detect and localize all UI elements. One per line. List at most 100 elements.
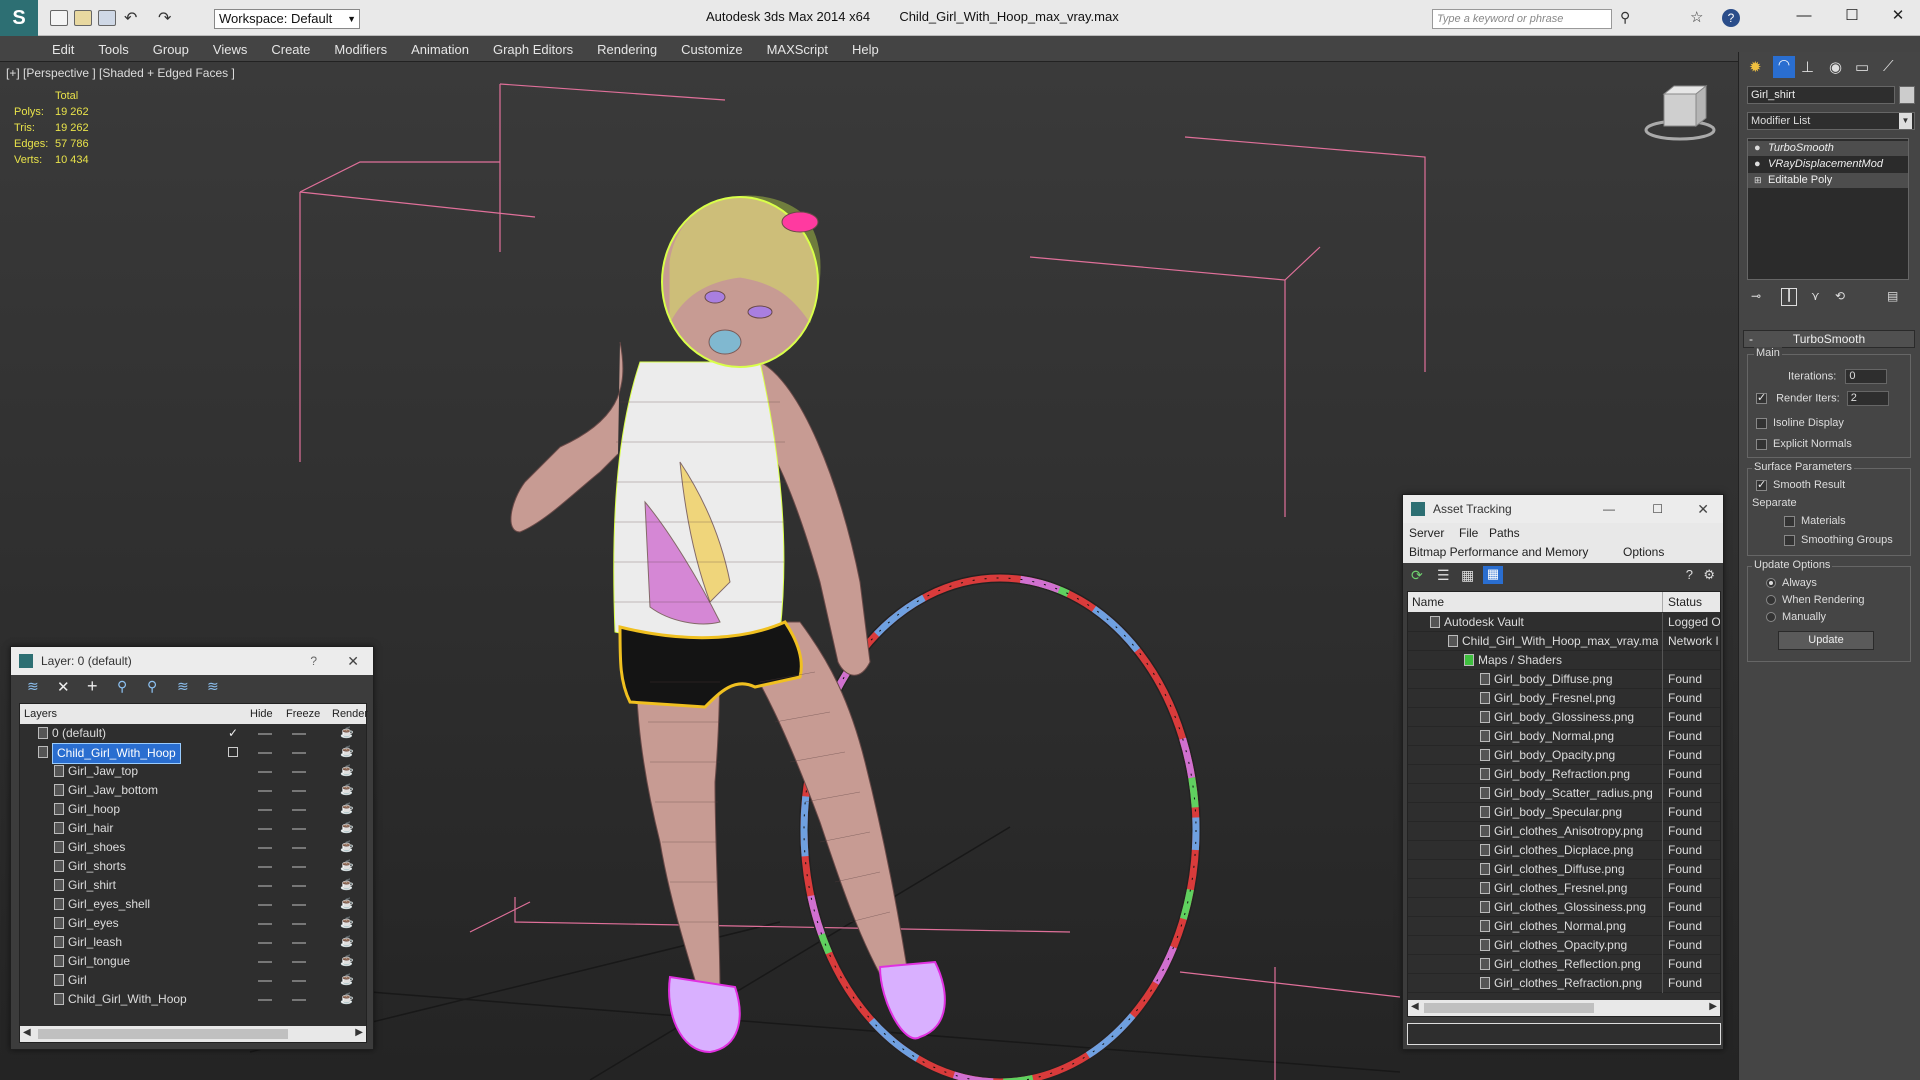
layer-row[interactable]: Girl_shoes ☕ <box>20 838 366 857</box>
close-icon[interactable]: ✕ <box>347 647 359 675</box>
perspective-viewport[interactable]: [+] [Perspective ] [Shaded + Edged Faces… <box>0 62 1738 1080</box>
asset-menu-server[interactable]: Server <box>1409 526 1444 540</box>
layer-row[interactable]: Child_Girl_With_Hoop ☕ <box>20 990 366 1009</box>
highlight-layer-icon[interactable]: ⚲ <box>147 678 157 695</box>
help-icon[interactable]: ? <box>1686 567 1693 582</box>
scroll-thumb[interactable] <box>38 1029 288 1039</box>
hide-toggle[interactable] <box>258 809 272 811</box>
when-rendering-radio[interactable] <box>1766 595 1776 606</box>
pin-stack-icon[interactable]: ⊸ <box>1751 289 1761 303</box>
always-radio[interactable] <box>1766 578 1776 589</box>
hide-toggle[interactable] <box>258 847 272 849</box>
app-logo-icon[interactable]: S <box>0 0 38 36</box>
layer-manager-window[interactable]: Layer: 0 (default) ? ✕ ≋ ✕ + ⚲ ⚲ ≋ ≋ Lay… <box>10 646 374 1050</box>
add-icon[interactable]: + <box>87 676 98 697</box>
layer-row[interactable]: Girl_shorts ☕ <box>20 857 366 876</box>
freeze-toggle[interactable] <box>292 961 306 963</box>
render-teapot-icon[interactable]: ☕ <box>340 800 354 819</box>
hide-toggle[interactable] <box>258 885 272 887</box>
maximize-icon[interactable]: ☐ <box>1652 495 1663 523</box>
layer-row[interactable]: Girl ☕ <box>20 971 366 990</box>
hide-toggle[interactable] <box>258 790 272 792</box>
minimize-icon[interactable]: — <box>1603 495 1615 523</box>
menu-animation[interactable]: Animation <box>399 36 481 62</box>
menu-rendering[interactable]: Rendering <box>585 36 669 62</box>
layer-row[interactable]: Girl_eyes_shell ☕ <box>20 895 366 914</box>
minimize-button[interactable]: — <box>1792 6 1816 26</box>
hide-all-icon[interactable]: ≋ <box>177 678 189 695</box>
asset-row[interactable]: Girl_body_Scatter_radius.png Found <box>1408 784 1720 803</box>
layer-row[interactable]: 0 (default) ✓ ☕ <box>20 724 366 743</box>
hide-toggle[interactable] <box>258 980 272 982</box>
freeze-toggle[interactable] <box>292 847 306 849</box>
set-current-layer-icon[interactable] <box>228 747 238 757</box>
asset-row[interactable]: Girl_body_Normal.png Found <box>1408 727 1720 746</box>
help-icon[interactable]: ? <box>1722 9 1740 27</box>
asset-row[interactable]: Girl_body_Opacity.png Found <box>1408 746 1720 765</box>
asset-row[interactable]: Girl_body_Specular.png Found <box>1408 803 1720 822</box>
create-tab-icon[interactable]: ✹ <box>1749 58 1762 76</box>
help-icon[interactable]: ? <box>310 647 317 675</box>
asset-menu-options[interactable]: Options <box>1623 545 1664 559</box>
render-teapot-icon[interactable]: ☕ <box>340 838 354 857</box>
menu-edit[interactable]: Edit <box>40 36 86 62</box>
motion-tab-icon[interactable]: ◉ <box>1829 58 1842 76</box>
hide-toggle[interactable] <box>258 961 272 963</box>
binoculars-icon[interactable]: ⚲ <box>1620 9 1630 26</box>
menu-maxscript[interactable]: MAXScript <box>755 36 840 62</box>
hide-toggle[interactable] <box>258 866 272 868</box>
redo-icon[interactable]: ↷ <box>158 8 171 28</box>
layer-row[interactable]: Girl_hair ☕ <box>20 819 366 838</box>
menu-help[interactable]: Help <box>840 36 891 62</box>
render-teapot-icon[interactable]: ☕ <box>340 933 354 952</box>
menu-customize[interactable]: Customize <box>669 36 754 62</box>
object-name-field[interactable]: Girl_shirt <box>1747 86 1895 104</box>
layer-row[interactable]: Child_Girl_With_Hoop ☕ <box>20 743 366 764</box>
freeze-toggle[interactable] <box>292 733 306 735</box>
configure-sets-icon[interactable]: ▤ <box>1887 289 1898 303</box>
layer-row[interactable]: Girl_Jaw_bottom ☕ <box>20 781 366 800</box>
render-teapot-icon[interactable]: ☕ <box>340 914 354 933</box>
stack-item-turbosmooth[interactable]: ● TurboSmooth <box>1748 141 1908 156</box>
render-teapot-icon[interactable]: ☕ <box>340 876 354 895</box>
asset-row[interactable]: Girl_body_Glossiness.png Found <box>1408 708 1720 727</box>
refresh-icon[interactable]: ⟳ <box>1411 567 1423 584</box>
stack-item-editable-poly[interactable]: ⊞ Editable Poly <box>1748 173 1908 188</box>
delete-icon[interactable]: ✕ <box>57 678 70 696</box>
hide-toggle[interactable] <box>258 752 272 754</box>
lightbulb-icon[interactable]: ● <box>1754 141 1761 156</box>
layer-row[interactable]: Girl_leash ☕ <box>20 933 366 952</box>
render-teapot-icon[interactable]: ☕ <box>340 952 354 971</box>
menu-graph-editors[interactable]: Graph Editors <box>481 36 585 62</box>
col-freeze[interactable]: Freeze <box>286 704 320 724</box>
layer-window-titlebar[interactable]: Layer: 0 (default) ? ✕ <box>11 647 373 675</box>
asset-row[interactable]: Girl_body_Refraction.png Found <box>1408 765 1720 784</box>
horizontal-scrollbar[interactable]: ◀ ▶ <box>1408 1000 1720 1016</box>
make-unique-icon[interactable]: ⋎ <box>1811 289 1820 303</box>
freeze-toggle[interactable] <box>292 942 306 944</box>
render-iters-spinner[interactable]: 2 <box>1846 391 1889 406</box>
hide-toggle[interactable] <box>258 733 272 735</box>
open-file-icon[interactable] <box>74 10 92 26</box>
asset-path-field[interactable] <box>1407 1023 1721 1045</box>
hide-toggle[interactable] <box>258 942 272 944</box>
menu-tools[interactable]: Tools <box>86 36 140 62</box>
hide-toggle[interactable] <box>258 999 272 1001</box>
new-file-icon[interactable] <box>50 10 68 26</box>
asset-row[interactable]: Girl_clothes_Anisotropy.png Found <box>1408 822 1720 841</box>
modifier-list-dropdown[interactable]: Modifier List ▼ <box>1747 112 1915 130</box>
freeze-toggle[interactable] <box>292 866 306 868</box>
asset-tracking-window[interactable]: Asset Tracking — ☐ ✕ Server File Paths B… <box>1402 494 1724 1050</box>
workspace-dropdown[interactable]: Workspace: Default ▼ <box>214 9 360 29</box>
settings-icon[interactable]: ⚙ <box>1703 567 1715 583</box>
iterations-spinner[interactable]: 0 <box>1845 369 1888 384</box>
menu-create[interactable]: Create <box>259 36 322 62</box>
asset-row[interactable]: Child_Girl_With_Hoop_max_vray.max Network… <box>1408 632 1720 651</box>
render-iters-checkbox[interactable] <box>1756 391 1767 404</box>
smooth-result-checkbox[interactable] <box>1756 478 1767 491</box>
hide-toggle[interactable] <box>258 771 272 773</box>
modify-tab-icon[interactable]: ◠ <box>1773 56 1795 78</box>
freeze-all-icon[interactable]: ≋ <box>207 678 219 695</box>
asset-row[interactable]: Girl_body_Fresnel.png Found <box>1408 689 1720 708</box>
asset-row[interactable]: Girl_clothes_Diffuse.png Found <box>1408 860 1720 879</box>
